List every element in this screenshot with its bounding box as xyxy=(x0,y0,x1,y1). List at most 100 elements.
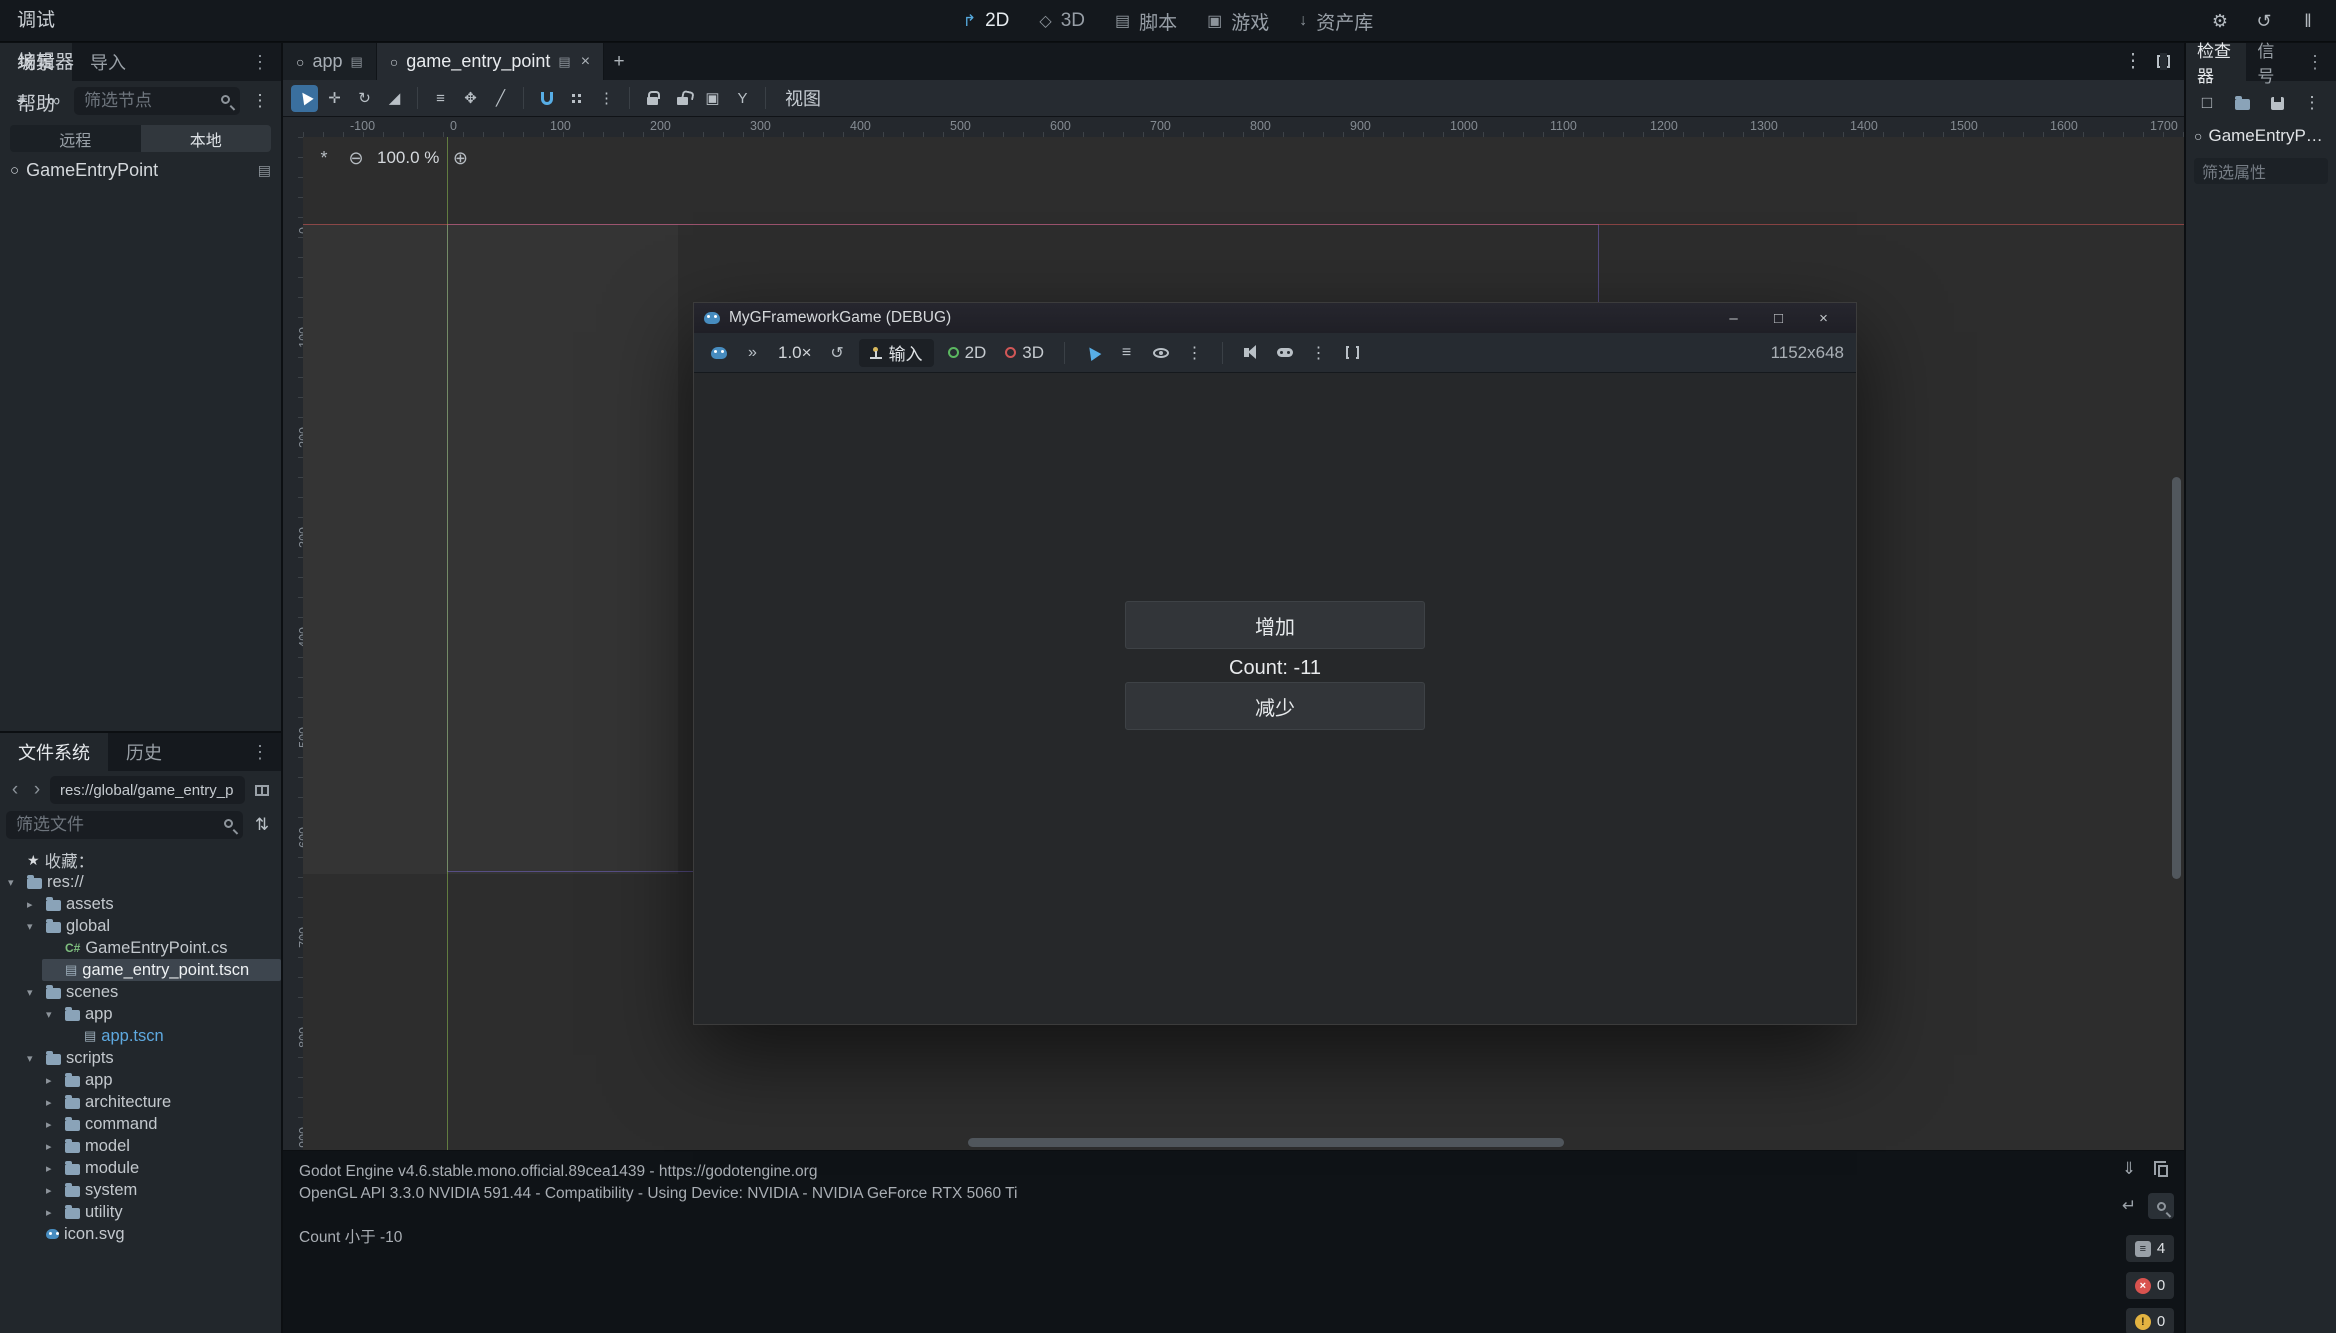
errors-badge[interactable]: × 0 xyxy=(2126,1272,2174,1299)
close-icon[interactable]: × xyxy=(1801,310,1846,327)
fs-item-收藏：[interactable]: ★收藏： xyxy=(4,849,281,871)
fs-item-system[interactable]: ▸system xyxy=(42,1179,281,1201)
fs-item-scenes[interactable]: ▾scenes xyxy=(23,981,281,1003)
expand-arrow-icon[interactable]: ▸ xyxy=(46,1162,60,1175)
sort-files-icon[interactable]: ⇅ xyxy=(249,812,275,838)
zoom-level[interactable]: 100.0 % xyxy=(377,148,439,168)
mode-3d-button[interactable]: 3D xyxy=(1000,343,1049,363)
expand-arrow-icon[interactable]: ▸ xyxy=(46,1096,60,1109)
property-filter-input[interactable]: 筛选属性 xyxy=(2194,158,2328,184)
run-tool-icon[interactable]: ⚙ xyxy=(2208,11,2232,32)
fs-item-global[interactable]: ▾global xyxy=(23,915,281,937)
mode-remote[interactable]: 远程 xyxy=(10,125,141,152)
expand-arrow-icon[interactable]: ▸ xyxy=(46,1184,60,1197)
node-list-icon[interactable]: ≡ xyxy=(1114,340,1139,365)
scene-dock-more-icon[interactable]: ⋮ xyxy=(239,43,281,81)
group-node-button[interactable]: ▣ xyxy=(699,85,726,112)
attached-script-icon[interactable]: ▤ xyxy=(258,162,271,179)
pick-options-icon[interactable]: ⋮ xyxy=(1182,340,1207,365)
next-frame-icon[interactable]: » xyxy=(740,340,765,365)
scene-tab-app[interactable]: ○ app ▤ xyxy=(283,43,377,80)
expand-arrow-icon[interactable]: ▸ xyxy=(27,898,41,911)
pan-tool-button[interactable]: ✥ xyxy=(457,85,484,112)
search-log-icon[interactable] xyxy=(2148,1193,2174,1219)
new-scene-tab-button[interactable]: + xyxy=(604,43,634,80)
zoom-out-button[interactable]: ⊖ xyxy=(345,147,367,169)
select-tool-button[interactable]: ▶ xyxy=(291,85,318,112)
fs-item-command[interactable]: ▸command xyxy=(42,1113,281,1135)
save-log-icon[interactable]: ⇓ xyxy=(2116,1156,2142,1182)
back-icon[interactable]: ‹ xyxy=(6,779,24,801)
workspace-3D[interactable]: ◇3D xyxy=(1024,0,1100,42)
fs-item-res://[interactable]: ▾res:// xyxy=(4,871,281,893)
inspected-node-row[interactable]: ○ GameEntryPoint xyxy=(2186,122,2336,150)
node-filter-input[interactable] xyxy=(74,87,240,115)
new-resource-icon[interactable]: □ xyxy=(2194,90,2220,116)
expand-arrow-icon[interactable]: ▸ xyxy=(46,1206,60,1219)
workspace-脚本[interactable]: ▤脚本 xyxy=(1100,0,1192,42)
zoom-in-button[interactable]: ⊕ xyxy=(449,147,471,169)
embed-options-icon[interactable]: ⋮ xyxy=(1306,340,1331,365)
debugger-badge[interactable]: ≡ 4 xyxy=(2126,1235,2174,1262)
warnings-badge[interactable]: ! 0 xyxy=(2126,1308,2174,1333)
tab-signals[interactable]: 信号 xyxy=(2246,43,2294,81)
save-resource-icon[interactable] xyxy=(2264,90,2290,116)
visibility-icon[interactable] xyxy=(1148,340,1173,365)
scale-tool-button[interactable]: ◢ xyxy=(381,85,408,112)
selectable-list-button[interactable]: ≡ xyxy=(427,85,454,112)
expand-arrow-icon[interactable]: ▸ xyxy=(46,1074,60,1087)
fs-item-assets[interactable]: ▸assets xyxy=(23,893,281,915)
restart-game-icon[interactable]: ↺ xyxy=(825,340,850,365)
input-toggle-button[interactable]: 输入 xyxy=(859,339,934,367)
lock-node-button[interactable] xyxy=(639,85,666,112)
increase-button[interactable]: 增加 xyxy=(1125,601,1425,649)
fs-item-model[interactable]: ▸model xyxy=(42,1135,281,1157)
maximize-icon[interactable]: □ xyxy=(1756,310,1801,327)
resource-more-icon[interactable]: ⋮ xyxy=(2299,90,2325,116)
scene-root-node[interactable]: ○ GameEntryPoint ▤ xyxy=(0,156,281,184)
snap-options-button[interactable]: ⋮ xyxy=(593,85,620,112)
workspace-资产库[interactable]: ↓资产库 xyxy=(1284,0,1388,42)
measure-tool-button[interactable]: ╱ xyxy=(487,85,514,112)
restart-icon[interactable]: ↺ xyxy=(2252,11,2276,32)
tab-inspector[interactable]: 检查器 xyxy=(2186,43,2246,81)
fs-item-app.tscn[interactable]: ▤app.tscn xyxy=(61,1025,281,1047)
workspace-2D[interactable]: ↱2D xyxy=(948,0,1025,42)
copy-log-icon[interactable] xyxy=(2148,1156,2174,1182)
workspace-游戏[interactable]: ▣游戏 xyxy=(1192,0,1284,42)
expand-arrow-icon[interactable]: ▸ xyxy=(46,1140,60,1153)
vertical-scrollbar[interactable] xyxy=(2172,477,2181,879)
close-tab-icon[interactable]: × xyxy=(581,53,590,71)
split-view-icon[interactable] xyxy=(249,777,275,803)
grid-snap-button[interactable] xyxy=(563,85,590,112)
expand-arrow-icon[interactable]: ▾ xyxy=(27,920,41,933)
audio-mute-icon[interactable] xyxy=(1238,340,1263,365)
inspector-dock-more-icon[interactable]: ⋮ xyxy=(2294,43,2336,81)
fs-item-utility[interactable]: ▸utility xyxy=(42,1201,281,1223)
tab-list-icon[interactable]: ⋮ xyxy=(2118,43,2148,80)
minimize-icon[interactable]: – xyxy=(1711,310,1756,327)
expand-arrow-icon[interactable]: ▾ xyxy=(8,876,22,889)
menu-编辑器[interactable]: 编辑器 xyxy=(0,42,91,84)
scene-tab-game-entry-point[interactable]: ○ game_entry_point ▤ × xyxy=(377,43,604,80)
smart-snap-button[interactable] xyxy=(533,85,560,112)
fs-item-scripts[interactable]: ▾scripts xyxy=(23,1047,281,1069)
game-window-titlebar[interactable]: MyGFrameworkGame (DEBUG) – □ × xyxy=(694,303,1856,333)
unlock-node-button[interactable] xyxy=(669,85,696,112)
expand-arrow-icon[interactable]: ▾ xyxy=(27,986,41,999)
speed-select[interactable]: 1.0× xyxy=(774,343,816,363)
view-menu-button[interactable]: 视图 xyxy=(775,85,831,111)
file-filter-input[interactable] xyxy=(6,811,243,839)
scene-more-icon[interactable]: ⋮ xyxy=(247,88,273,114)
expand-bottom-icon[interactable] xyxy=(2148,43,2178,80)
horizontal-scrollbar[interactable] xyxy=(968,1138,1564,1147)
pick-node-icon[interactable]: ▶ xyxy=(1080,340,1105,365)
path-input[interactable] xyxy=(50,776,245,804)
load-resource-icon[interactable] xyxy=(2229,90,2255,116)
expand-arrow-icon[interactable]: ▸ xyxy=(46,1118,60,1131)
mode-2d-button[interactable]: 2D xyxy=(943,343,992,363)
fs-item-icon.svg[interactable]: icon.svg xyxy=(23,1223,281,1245)
wrap-lines-icon[interactable]: ↵ xyxy=(2116,1193,2142,1219)
expand-arrow-icon[interactable]: ▾ xyxy=(46,1008,60,1021)
rotate-tool-button[interactable]: ↻ xyxy=(351,85,378,112)
